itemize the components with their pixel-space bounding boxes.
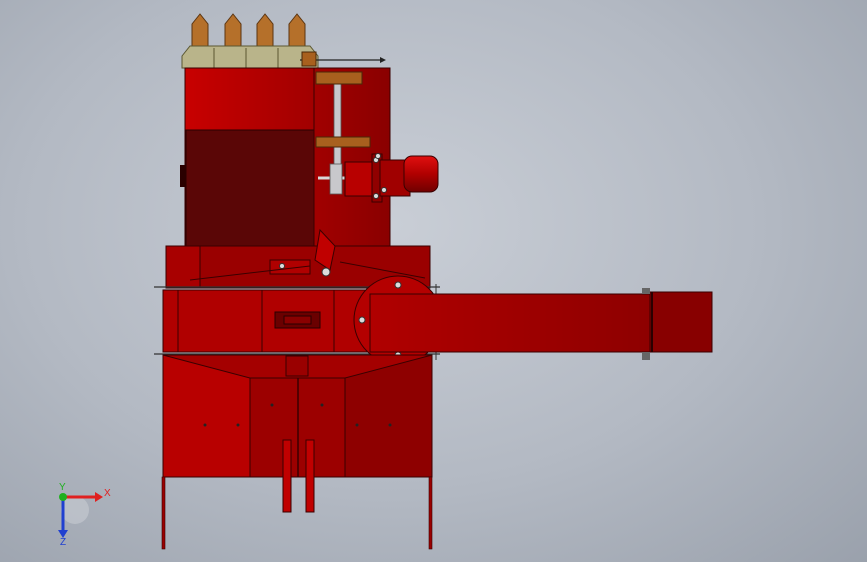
discharge-arm [369, 288, 713, 360]
x-axis-label: X [104, 488, 111, 499]
tooth-1 [191, 13, 209, 49]
tooth-2 [224, 13, 242, 49]
cad-viewport[interactable]: X Y Z [0, 0, 867, 562]
motor-coupling [329, 163, 343, 195]
y-axis-label: Y [59, 482, 66, 493]
right-gate-rod [305, 439, 315, 513]
center-shaft-housing [285, 355, 309, 377]
coordinate-triad[interactable]: X Y Z [58, 482, 111, 548]
motor-body [403, 155, 439, 193]
teeth-base [181, 45, 319, 69]
tooth-3 [256, 13, 274, 49]
left-gate-rod [282, 439, 292, 513]
hopper-window [185, 129, 315, 247]
side-latch [180, 165, 186, 187]
lower-hopper [162, 354, 433, 513]
y-axis-arrow [59, 493, 67, 501]
z-axis-label: Z [60, 537, 66, 548]
top-teeth [181, 13, 319, 69]
upper-bracket [315, 71, 363, 85]
tooth-4 [288, 13, 306, 49]
support-legs [161, 476, 433, 550]
middle-bracket [315, 136, 371, 148]
arm-end-cap [649, 291, 713, 353]
machine-model[interactable]: X Y Z [0, 0, 867, 562]
upper-hopper [180, 67, 391, 247]
